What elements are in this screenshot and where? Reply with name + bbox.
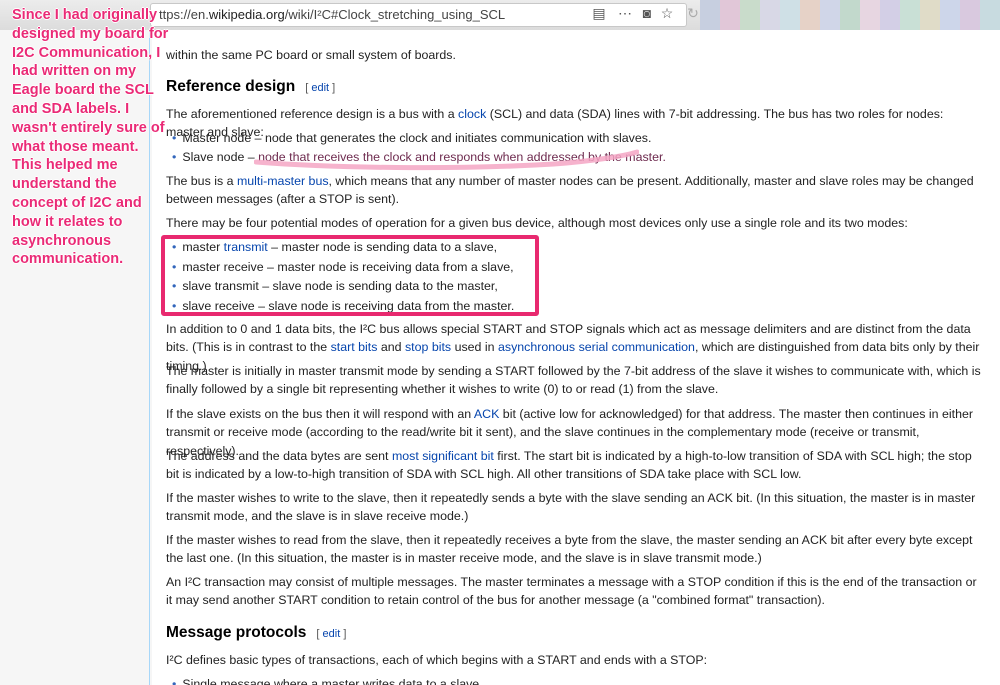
edit-link[interactable]: edit bbox=[323, 628, 341, 640]
bookmark-star-icon[interactable]: ☆ bbox=[658, 4, 676, 22]
annotation-note: Since I had originally designed my board… bbox=[12, 7, 169, 268]
reader-view-icon[interactable]: ▤ bbox=[590, 4, 608, 22]
link-msb[interactable]: most significant bit bbox=[392, 449, 494, 463]
link-multi-master-bus[interactable]: multi-master bus bbox=[237, 174, 329, 188]
pocket-icon[interactable]: ◙ bbox=[638, 4, 656, 22]
intro-tail: within the same PC board or small system… bbox=[166, 48, 456, 62]
edit-link[interactable]: edit bbox=[311, 82, 329, 94]
section-heading-reference-design: Reference design[ edit ] bbox=[166, 78, 336, 95]
paragraph-transaction: An I²C transaction may consist of multip… bbox=[166, 575, 977, 608]
paragraph-master-transmit: The master is initially in master transm… bbox=[166, 364, 981, 397]
paragraph-modes: There may be four potential modes of ope… bbox=[166, 216, 908, 230]
highlight-box bbox=[161, 235, 539, 316]
article-content: within the same PC board or small system… bbox=[152, 30, 1000, 685]
link-start-bits[interactable]: start bits bbox=[331, 340, 378, 354]
list-item-single-message: Single message where a master writes dat… bbox=[172, 675, 482, 685]
paragraph-transaction-types: I²C defines basic types of transactions,… bbox=[166, 653, 708, 667]
paragraph-multi-master: The bus is a multi-master bus, which mea… bbox=[166, 174, 974, 207]
link-stop-bits[interactable]: stop bits bbox=[405, 340, 451, 354]
link-ack[interactable]: ACK bbox=[474, 407, 499, 421]
link-async-serial[interactable]: asynchronous serial communication bbox=[498, 340, 695, 354]
paragraph-master-read: If the master wishes to read from the sl… bbox=[166, 533, 973, 566]
url-text: ttps://en.wikipedia.org/wiki/I²C#Clock_s… bbox=[159, 7, 506, 22]
highlight-underline bbox=[254, 149, 639, 171]
paragraph-master-write: If the master wishes to write to the sla… bbox=[166, 491, 976, 524]
list-item-master-node: Master node – node that generates the cl… bbox=[172, 129, 651, 147]
section-heading-message-protocols: Message protocols[ edit ] bbox=[166, 624, 347, 641]
link-clock[interactable]: clock bbox=[458, 107, 486, 121]
paragraph-msb: The address and the data bytes are sent … bbox=[166, 449, 972, 482]
more-actions-icon[interactable]: ⋯ bbox=[616, 4, 634, 22]
blurred-toolbar-area bbox=[700, 0, 1000, 30]
